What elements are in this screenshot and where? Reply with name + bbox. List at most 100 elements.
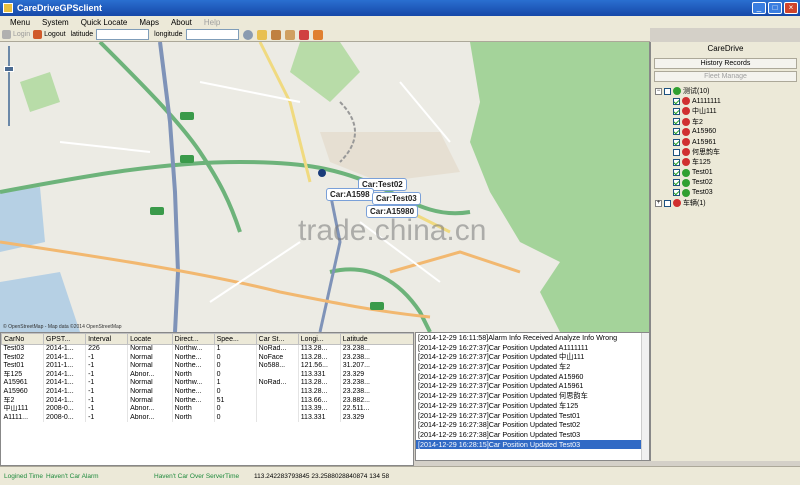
log-line[interactable]: [2014-12-29 16:27:38]Car Position Update… — [416, 420, 649, 430]
expand-icon[interactable]: + — [655, 199, 662, 207]
arrow-icon[interactable] — [270, 29, 281, 40]
table-cell: 113.28... — [298, 379, 341, 388]
status-bar: Logined Time Haven't Car Alarm Haven't C… — [0, 466, 800, 485]
log-line[interactable]: [2014-12-29 16:27:37]Car Position Update… — [416, 401, 649, 411]
tree-group[interactable]: + 车辆(1) — [651, 198, 800, 208]
table-row[interactable]: Test03 2014-1... 226 Normal Northw... 1 NoRad.… — [1, 344, 413, 354]
longitude-input[interactable] — [185, 29, 239, 40]
car-label-test03[interactable]: Car:Test03 — [372, 192, 421, 205]
menu-help[interactable]: Help — [198, 18, 226, 27]
table-cell: 0 — [214, 370, 257, 380]
column-header[interactable]: CarNo — [1, 333, 45, 345]
log-line[interactable]: [2014-12-29 16:27:37]Car Position Update… — [416, 362, 649, 372]
log-line[interactable]: [2014-12-29 16:27:37]Car Position Update… — [416, 352, 649, 362]
zoom-thumb[interactable] — [4, 66, 14, 72]
tree-item[interactable]: A15960 — [651, 127, 800, 137]
tree-item[interactable]: 中山111 — [651, 106, 800, 116]
fleet-manage-button[interactable]: Fleet Manage — [654, 71, 797, 82]
latitude-label: latitude — [70, 31, 94, 38]
tree-item[interactable]: Test01 — [651, 168, 800, 178]
table-row[interactable]: 车2 2014-1... -1 Normal Northe... 51 113.66... 2… — [1, 396, 413, 406]
tree-checkbox[interactable] — [673, 169, 680, 177]
tree-item-label: 中山111 — [692, 108, 717, 116]
logout-button[interactable]: Logout — [33, 30, 66, 39]
maximize-button[interactable]: □ — [768, 2, 782, 14]
tree-item[interactable]: A15961 — [651, 137, 800, 147]
table-row[interactable]: A15960 2014-1... -1 Normal Northe... 0 113.28.… — [1, 387, 413, 397]
menu-quick-locate[interactable]: Quick Locate — [75, 18, 134, 27]
log-line[interactable]: [2014-12-29 16:27:37]Car Position Update… — [416, 372, 649, 382]
hand-icon[interactable] — [284, 29, 295, 40]
menu-menu[interactable]: Menu — [4, 18, 36, 27]
tree-item[interactable]: 车125 — [651, 157, 800, 167]
menu-system[interactable]: System — [36, 18, 75, 27]
tree-item-label: Test03 — [692, 189, 713, 197]
column-header[interactable]: Longi... — [297, 333, 341, 345]
table-cell: A1111... — [1, 413, 45, 423]
table-cell: 31.207... — [340, 362, 413, 371]
tree-item-label: 车2 — [692, 118, 703, 126]
table-cell: -1 — [85, 387, 129, 397]
tree-checkbox[interactable] — [673, 179, 680, 187]
tree-item[interactable]: 何思韵车 — [651, 147, 800, 157]
column-header[interactable]: Direct... — [171, 333, 215, 345]
table-row[interactable]: A15961 2014-1... -1 Normal Northw... 1 NoRad..… — [1, 379, 413, 388]
log-line[interactable]: [2014-12-29 16:11:58]Alarm Info Received… — [416, 333, 649, 343]
minimize-button[interactable]: _ — [752, 2, 766, 14]
column-header[interactable]: Car St... — [255, 333, 299, 345]
menu-maps[interactable]: Maps — [133, 18, 165, 27]
event-log[interactable]: [2014-12-29 16:11:58]Alarm Info Received… — [415, 332, 650, 461]
tree-checkbox[interactable] — [673, 189, 680, 197]
table-row[interactable]: A1111... 2008-0... -1 Abnor... North 0 113.331… — [1, 413, 413, 423]
zoom-slider[interactable] — [4, 46, 14, 126]
map-view[interactable]: Car:Test02 Car:A1598 Car:Test03 Car:A159… — [0, 42, 650, 332]
car-label-a1598[interactable]: Car:A1598 — [326, 188, 374, 201]
log-line[interactable]: [2014-12-29 16:28:15]Car Position Update… — [416, 439, 649, 450]
history-records-button[interactable]: History Records — [654, 58, 797, 69]
tree-checkbox[interactable] — [673, 97, 680, 105]
close-button[interactable]: × — [784, 2, 798, 14]
table-cell: Northe... — [172, 387, 215, 397]
login-button[interactable]: Login — [2, 30, 30, 39]
log-line[interactable]: [2014-12-29 16:27:38]Car Position Update… — [416, 430, 649, 440]
column-header[interactable]: Spee... — [213, 333, 257, 345]
log-line[interactable]: [2014-12-29 16:27:37]Car Position Update… — [416, 381, 649, 391]
column-header[interactable]: Interval — [85, 333, 129, 345]
menu-about[interactable]: About — [165, 18, 198, 27]
folder-icon[interactable] — [256, 29, 267, 40]
table-row[interactable]: Test01 2011-1... -1 Normal Northe... 0 No588..… — [1, 362, 413, 371]
table-row[interactable]: Test02 2014-1... -1 Normal Northe... 0 NoFace 1… — [1, 353, 413, 363]
table-row[interactable]: 中山111 2008-0... -1 Abnor... North 0 113.39... 2… — [1, 405, 413, 414]
tree-checkbox[interactable] — [673, 158, 680, 166]
longitude-label: longitude — [154, 31, 183, 38]
locate-icon[interactable] — [242, 29, 253, 40]
tree-item[interactable]: Test03 — [651, 188, 800, 198]
tree-checkbox[interactable] — [673, 107, 680, 115]
column-header[interactable]: Latitude — [339, 333, 413, 345]
flag-icon[interactable] — [298, 29, 309, 40]
log-line[interactable]: [2014-12-29 16:27:37]Car Position Update… — [416, 343, 649, 353]
column-header[interactable]: Locate — [127, 333, 173, 345]
column-header[interactable]: GPST... — [43, 333, 87, 345]
log-line[interactable]: [2014-12-29 16:27:37]Car Position Update… — [416, 391, 649, 401]
tree-checkbox[interactable] — [673, 148, 680, 156]
latitude-input[interactable] — [96, 29, 150, 40]
table-row[interactable]: 车125 2014-1... -1 Abnor... North 0 113.331 23.3… — [1, 370, 413, 380]
tree-checkbox[interactable] — [664, 87, 671, 95]
tree-checkbox[interactable] — [664, 199, 671, 207]
tree-checkbox[interactable] — [673, 118, 680, 126]
tree-item[interactable]: Test02 — [651, 178, 800, 188]
tree-checkbox[interactable] — [673, 128, 680, 136]
table-cell: Normal — [127, 379, 173, 388]
collapse-icon[interactable]: − — [655, 87, 662, 95]
tree-item[interactable]: 车2 — [651, 117, 800, 127]
log-line[interactable]: [2014-12-29 16:27:37]Car Position Update… — [416, 411, 649, 421]
window-title: CareDriveGPSclient — [17, 3, 103, 13]
vehicle-grid: CarNo GPST... Interval Locate Direct... … — [0, 332, 414, 466]
tree-checkbox[interactable] — [673, 138, 680, 146]
pencil-icon[interactable] — [312, 29, 323, 40]
log-scrollbar[interactable] — [641, 333, 649, 460]
tree-item[interactable]: A1111111 — [651, 96, 800, 106]
tree-group[interactable]: − 测试(10) — [651, 86, 800, 96]
table-cell: 2008-0... — [43, 405, 87, 414]
